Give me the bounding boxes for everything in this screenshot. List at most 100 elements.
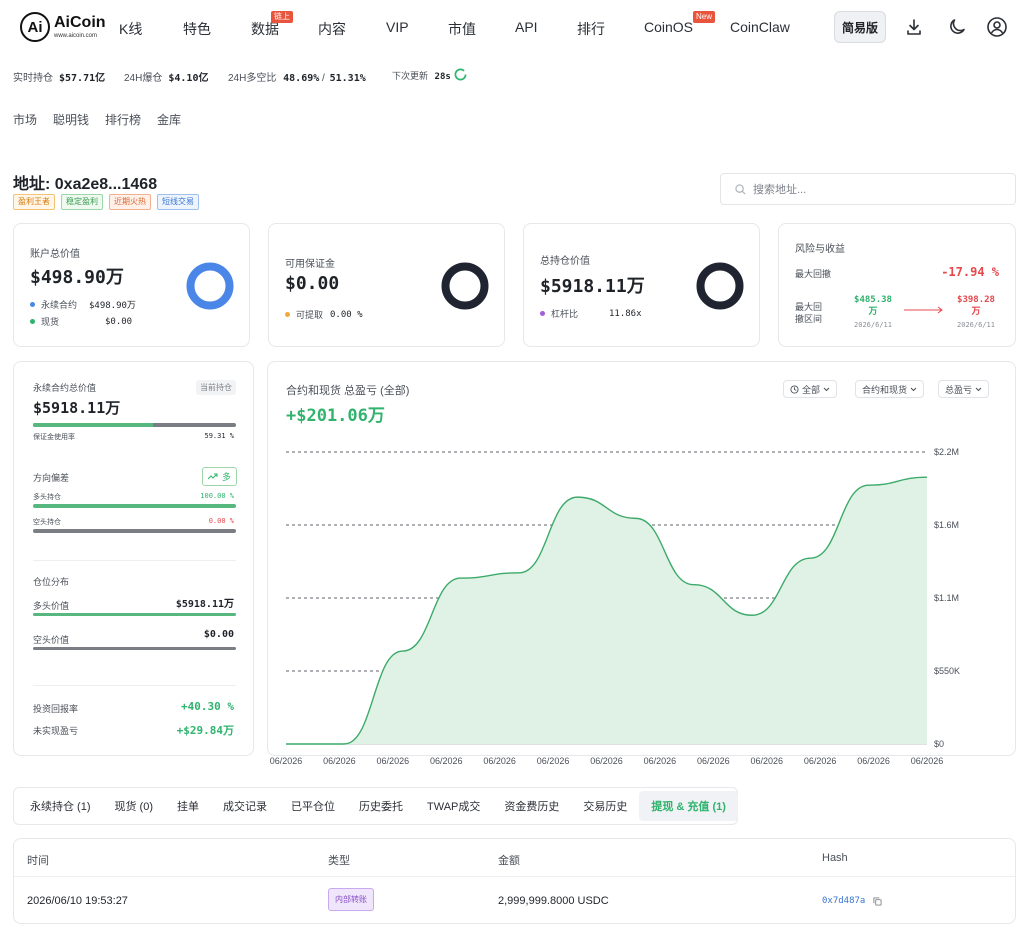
withdrawable-row: 可提取 0.00 % <box>285 308 363 321</box>
dark-mode-icon[interactable] <box>946 16 968 38</box>
account-perp-row: 永续合约 $498.90万 <box>30 298 136 311</box>
tab-trade-history[interactable]: 交易历史 <box>571 791 639 821</box>
x-tick-label: 06/2026 <box>483 756 516 766</box>
search-address-input[interactable]: 搜索地址... <box>720 173 1016 205</box>
pnl-area-chart[interactable]: $2.2M $1.6M $1.1M $550K $0 06/2026 06/2026 06/2… <box>268 436 1014 770</box>
tab-perp-positions[interactable]: 永续持仓 (1) <box>18 791 103 821</box>
y-tick-label: $1.6M <box>934 520 959 530</box>
position-dist-label: 仓位分布 <box>33 577 70 587</box>
short-value-bar <box>33 647 236 650</box>
metric-value: 总盈亏 <box>945 384 973 395</box>
y-tick-label: $2.2M <box>934 447 959 457</box>
account-value: $498.90万 <box>30 267 124 288</box>
nav-item-vip[interactable]: VIP <box>386 19 409 35</box>
drawdown-from-value: $485.38 万 <box>854 295 892 317</box>
short-holding-label: 空头持仓 <box>33 519 61 526</box>
logo[interactable]: Ai AiCoin www.aicoin.com <box>20 12 106 42</box>
stat-ls-sep: / <box>322 73 325 84</box>
risk-return-card: 风险与收益 最大回撤 -17.94 % 最大回撤区间 $485.38 万 202… <box>778 223 1016 347</box>
y-tick-label: $1.1M <box>934 593 959 603</box>
tab-withdraw-deposit[interactable]: 提现 & 充值 (1) <box>639 791 738 821</box>
x-tick-label: 06/2026 <box>857 756 890 766</box>
nav-item-kline[interactable]: K线 <box>119 19 142 39</box>
tag-profit-king: 盈利王者 <box>13 194 55 210</box>
nav-item-content[interactable]: 内容 <box>318 19 346 39</box>
tab-funding-history[interactable]: 资金费历史 <box>492 791 571 821</box>
nav-item-api[interactable]: API <box>515 19 538 35</box>
download-icon[interactable] <box>903 16 925 38</box>
long-holding-label: 多头持仓 <box>33 494 61 501</box>
user-account-icon[interactable] <box>986 16 1008 38</box>
position-donut-chart <box>696 262 744 310</box>
stat-next-update-value: 28s <box>434 72 451 82</box>
account-donut-chart <box>186 262 234 310</box>
max-drawdown-value: -17.94 % <box>941 265 999 279</box>
time-range-select[interactable]: 全部 <box>783 380 838 398</box>
chevron-down-icon <box>975 387 982 391</box>
nav-item-ranking[interactable]: 排行 <box>577 19 605 39</box>
logo-url: www.aicoin.com <box>54 33 98 39</box>
roi-label: 投资回报率 <box>33 704 79 714</box>
subnav-market[interactable]: 市场 <box>13 111 37 128</box>
available-margin-card: 可用保证金 $0.00 可提取 0.00 % <box>268 223 505 347</box>
long-value: $5918.11万 <box>175 599 234 610</box>
x-tick-label: 06/2026 <box>911 756 944 766</box>
stat-holdings: 实时持仓 $57.71亿 <box>13 69 105 84</box>
drawdown-from-date: 2026/6/11 <box>854 321 892 329</box>
nav-item-coinos[interactable]: CoinOS New <box>644 11 716 35</box>
tab-order-history[interactable]: 历史委托 <box>347 791 415 821</box>
perp-total-label: 永续合约总价值 <box>33 383 97 393</box>
metric-select[interactable]: 总盈亏 <box>938 380 990 398</box>
long-value-bar <box>33 613 236 616</box>
direction-bias-badge: 多 <box>202 467 238 486</box>
stat-holdings-label: 实时持仓 <box>13 73 53 84</box>
x-tick-label: 06/2026 <box>804 756 837 766</box>
chevron-down-icon <box>910 387 917 391</box>
x-tick-label: 06/2026 <box>750 756 783 766</box>
tab-spot[interactable]: 现货 (0) <box>103 791 166 821</box>
nav-item-data[interactable]: 数据 链上 <box>251 11 293 39</box>
y-tick-label: $550K <box>934 666 960 676</box>
subnav-leaderboard[interactable]: 排行榜 <box>105 111 141 128</box>
market-type-select[interactable]: 合约和现货 <box>855 380 925 398</box>
max-drawdown-label: 最大回撤 <box>795 269 832 279</box>
account-spot-label: 现货 <box>41 317 60 327</box>
logo-icon: Ai <box>20 12 50 42</box>
col-header-time: 时间 <box>27 855 49 867</box>
tab-twap-fills[interactable]: TWAP成交 <box>415 791 492 821</box>
tab-fills[interactable]: 成交记录 <box>211 791 279 821</box>
subnav-vault[interactable]: 金库 <box>157 111 181 128</box>
account-value-card: 账户总价值 $498.90万 永续合约 $498.90万 现货 $0.00 <box>13 223 250 347</box>
clock-icon <box>790 384 799 394</box>
subnav-smart-money[interactable]: 聪明钱 <box>53 111 89 128</box>
long-holding-pct: 100.00 % <box>200 492 234 500</box>
nav-item-marketcap[interactable]: 市值 <box>448 19 476 39</box>
address-tags: 盈利王者 稳定盈利 近期火热 短线交易 <box>13 194 199 210</box>
divider <box>33 560 236 561</box>
x-tick-label: 06/2026 <box>430 756 463 766</box>
y-tick-label: $0 <box>934 739 944 749</box>
unrealized-pnl-label: 未实现盈亏 <box>33 726 79 736</box>
margin-usage-fill <box>33 423 154 427</box>
nav-badge-new: New <box>693 11 716 23</box>
nav-badge-onchain: 链上 <box>271 11 293 23</box>
stat-ls-ratio: 24H多空比 48.69% / 51.31% <box>228 69 366 84</box>
time-range-value: 全部 <box>802 384 821 395</box>
row-hash-link[interactable]: 0x7d487a <box>822 896 865 906</box>
divider <box>33 685 236 686</box>
x-tick-label: 06/2026 <box>644 756 677 766</box>
tab-open-orders[interactable]: 挂单 <box>165 791 211 821</box>
tab-closed-positions[interactable]: 已平仓位 <box>279 791 347 821</box>
address-title: 地址: 0xa2e8...1468 <box>13 176 158 193</box>
x-tick-label: 06/2026 <box>323 756 356 766</box>
account-value-label: 账户总价值 <box>30 249 80 260</box>
x-tick-label: 06/2026 <box>590 756 623 766</box>
nav-item-features[interactable]: 特色 <box>183 19 211 39</box>
short-holding-pct: 0.00 % <box>208 517 234 525</box>
nav-item-coinclaw[interactable]: CoinClaw <box>730 19 790 35</box>
transfers-table: 时间 类型 金额 Hash 2026/06/10 19:53:27 内部转账 2… <box>13 838 1016 924</box>
drawdown-to-date: 2026/6/11 <box>957 321 995 329</box>
drawdown-to-value: $398.28 万 <box>957 295 995 317</box>
copy-icon[interactable] <box>873 897 882 906</box>
simple-mode-button[interactable]: 简易版 <box>834 11 886 43</box>
